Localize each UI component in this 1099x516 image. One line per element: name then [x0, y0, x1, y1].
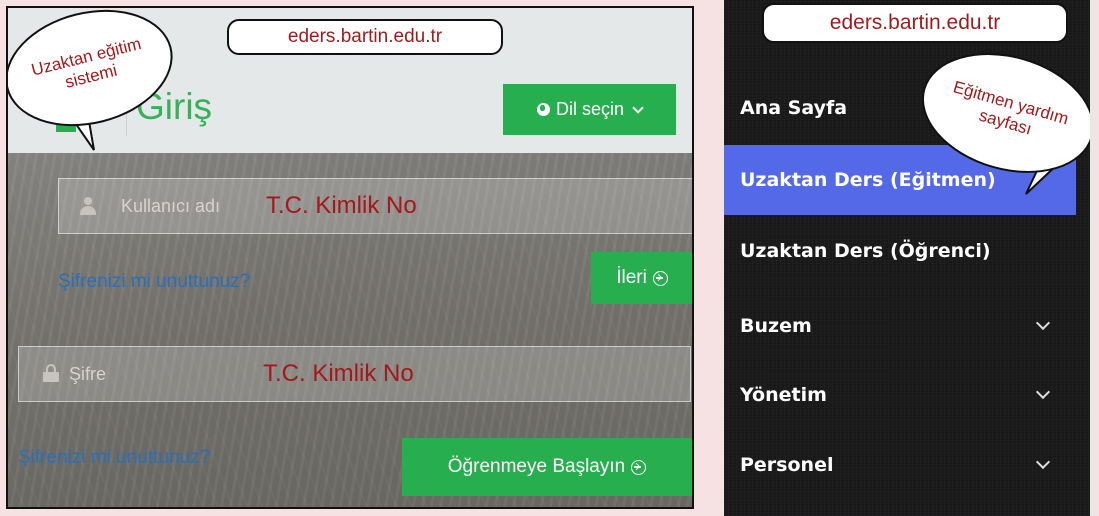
lock-icon — [43, 364, 59, 382]
user-icon — [79, 197, 97, 215]
sidebar-menu: eders.bartin.edu.tr Ana Sayfa Uzaktan De… — [724, 0, 1094, 516]
language-button-label: Dil seçin — [555, 99, 625, 119]
url-label-2: eders.bartin.edu.tr — [762, 3, 1068, 43]
menu-item-label: Uzaktan Ders (Eğitmen) — [740, 169, 996, 191]
arrow-circle-right-icon — [631, 459, 647, 475]
chevron-down-icon — [1035, 384, 1051, 400]
password-annotation: T.C. Kimlik No — [263, 360, 414, 387]
next-button-label: İleri — [616, 267, 647, 288]
login-panel: eders.bartin.edu.tr Giriş Dil seçin Kull… — [6, 6, 694, 509]
chevron-down-icon — [1035, 454, 1051, 470]
menu-item-label: Yönetim — [740, 384, 827, 406]
username-field[interactable]: Kullanıcı adı T.C. Kimlik No — [58, 178, 692, 234]
panel-edge — [1090, 0, 1094, 516]
start-learning-button[interactable]: Öğrenmeye Başlayın — [402, 438, 692, 496]
arrow-circle-right-icon — [652, 270, 668, 286]
menu-item-yonetim[interactable]: Yönetim — [724, 364, 1076, 426]
menu-item-personel[interactable]: Personel — [724, 434, 1076, 496]
language-select-button[interactable]: Dil seçin — [503, 84, 676, 135]
chevron-down-icon — [632, 101, 644, 114]
url-text: eders.bartin.edu.tr — [287, 26, 443, 47]
url-text-2: eders.bartin.edu.tr — [829, 11, 1001, 34]
username-annotation: T.C. Kimlik No — [266, 192, 417, 219]
next-button[interactable]: İleri — [591, 252, 692, 304]
menu-item-label: Buzem — [740, 315, 812, 337]
url-label: eders.bartin.edu.tr — [227, 19, 503, 55]
username-placeholder: Kullanıcı adı — [121, 196, 221, 216]
password-field[interactable]: Şifre T.C. Kimlik No — [18, 346, 691, 402]
menu-item-label: Uzaktan Ders (Öğrenci) — [740, 240, 991, 262]
menu-item-buzem[interactable]: Buzem — [724, 295, 1076, 357]
globe-icon — [536, 103, 550, 116]
password-placeholder: Şifre — [69, 364, 107, 384]
forgot-password-link[interactable]: Şifrenizi mi unuttunuz? — [58, 271, 250, 293]
chevron-down-icon — [1035, 315, 1051, 331]
start-learning-label: Öğrenmeye Başlayın — [447, 456, 626, 477]
menu-item-uzaktan-ders-ogrenci[interactable]: Uzaktan Ders (Öğrenci) — [724, 218, 1076, 284]
menu-item-label: Ana Sayfa — [740, 96, 848, 119]
menu-item-label: Personel — [740, 454, 834, 476]
forgot-password-link-2[interactable]: Şifrenizi mi unuttunuz? — [18, 447, 210, 469]
